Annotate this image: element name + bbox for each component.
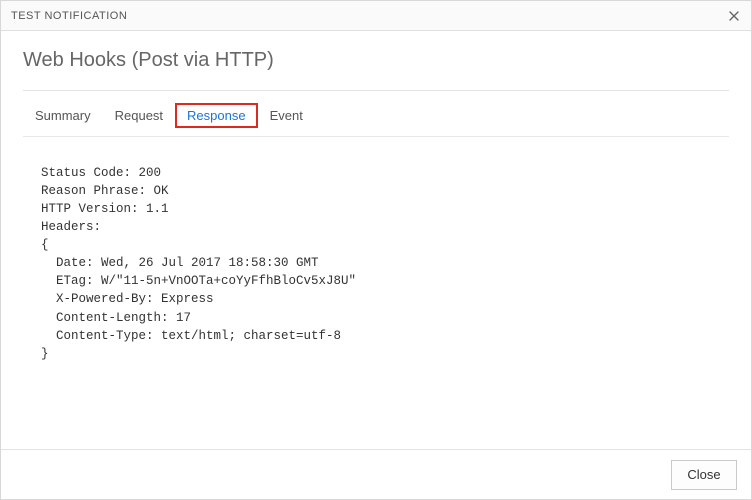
titlebar: TEST NOTIFICATION: [1, 1, 751, 31]
dialog-content: Web Hooks (Post via HTTP) Summary Reques…: [1, 31, 751, 363]
close-icon[interactable]: [725, 7, 743, 25]
tab-event[interactable]: Event: [258, 104, 315, 127]
footer: Close: [1, 449, 751, 499]
tab-summary[interactable]: Summary: [23, 104, 103, 127]
page-title: Web Hooks (Post via HTTP): [23, 49, 729, 72]
tab-response[interactable]: Response: [175, 103, 258, 128]
tab-bar: Summary Request Response Event: [23, 91, 729, 137]
window-title: TEST NOTIFICATION: [11, 10, 127, 22]
tab-request[interactable]: Request: [103, 104, 175, 127]
close-button[interactable]: Close: [671, 460, 737, 490]
response-body: Status Code: 200 Reason Phrase: OK HTTP …: [23, 150, 729, 363]
